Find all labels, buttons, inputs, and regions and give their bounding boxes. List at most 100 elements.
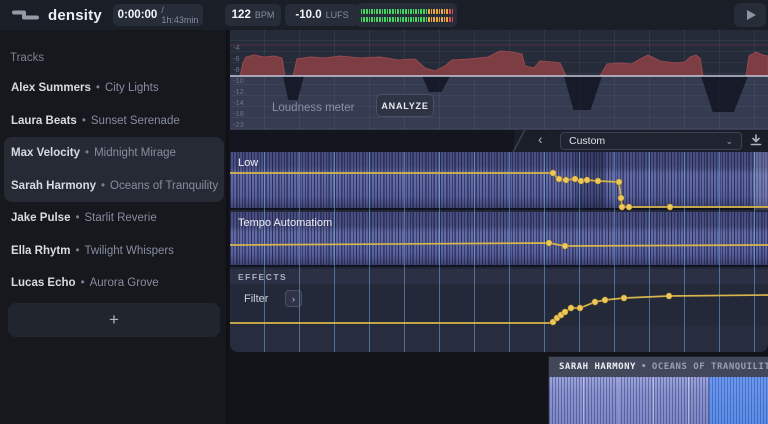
- meter-segment: [382, 9, 384, 14]
- meter-segment: [423, 9, 425, 14]
- axis-tick-label: -12: [233, 88, 244, 95]
- meter-segment: [371, 17, 373, 22]
- meter-segment: [402, 17, 404, 22]
- meter-segment: [392, 17, 394, 22]
- separator-dot: •: [101, 180, 105, 192]
- download-icon[interactable]: [749, 133, 763, 148]
- meter-segment: [400, 17, 402, 22]
- lufs-unit: LUFS: [326, 10, 349, 20]
- time-display: 0:00:00 / 1h:43min: [113, 4, 203, 26]
- automation-point[interactable]: [562, 309, 568, 315]
- loudness-shadow: [564, 76, 602, 110]
- track-artist: Max Velocity: [11, 147, 80, 159]
- track-song: Aurora Grove: [90, 277, 159, 289]
- automation-point[interactable]: [621, 295, 627, 301]
- automation-point[interactable]: [568, 305, 574, 311]
- back-chevron-icon[interactable]: ‹: [538, 131, 543, 147]
- meter-segment: [410, 9, 412, 14]
- track-song: Sunset Serenade: [91, 115, 180, 127]
- meter-segment: [395, 9, 397, 14]
- sidebar-track-item[interactable]: Lucas Echo•Aurora Grove: [4, 267, 224, 300]
- separator-dot: •: [75, 212, 79, 224]
- track-song: Starlit Reverie: [85, 212, 157, 224]
- meter-segment: [418, 17, 420, 22]
- sidebar-track-item[interactable]: Alex Summers•City Lights: [4, 72, 224, 105]
- automation-point[interactable]: [577, 305, 583, 311]
- automation-point[interactable]: [619, 204, 625, 210]
- meter-segment: [366, 17, 368, 22]
- loudness-panel: -4-6-8-10-12-14-18-23 Loudness meter ANA…: [230, 30, 768, 130]
- track-song: Midnight Mirage: [94, 147, 176, 159]
- automation-line-low[interactable]: [230, 173, 768, 207]
- meter-segment: [449, 9, 451, 14]
- track-artist: Sarah Harmony: [11, 180, 96, 192]
- automation-point[interactable]: [546, 240, 552, 246]
- meter-segment: [397, 9, 399, 14]
- automation-point[interactable]: [618, 195, 624, 201]
- play-icon: [747, 10, 756, 20]
- app-window: density 0:00:00 / 1h:43min 122 BPM -10.0…: [0, 0, 768, 424]
- time-value: 0:00:00: [118, 9, 158, 21]
- automation-point[interactable]: [667, 204, 673, 210]
- automation-point[interactable]: [556, 176, 562, 182]
- sidebar-track-item[interactable]: Max Velocity•Midnight Mirage: [4, 137, 224, 170]
- axis-tick-label: -6: [233, 55, 240, 62]
- sidebar-track-item[interactable]: Jake Pulse•Starlit Reverie: [4, 202, 224, 235]
- track-artist: Alex Summers: [11, 82, 91, 94]
- automation-line-filter[interactable]: [230, 295, 768, 323]
- meter-segment: [402, 9, 404, 14]
- meter-segment: [384, 9, 386, 14]
- sidebar-track-item[interactable]: Ella Rhytm•Twilight Whispers: [4, 235, 224, 268]
- axis-tick-label: -10: [233, 77, 244, 84]
- automation-overlay[interactable]: [230, 152, 768, 352]
- track-artist: Laura Beats: [11, 115, 77, 127]
- automation-point[interactable]: [550, 170, 556, 176]
- meter-segment: [433, 17, 435, 22]
- meter-segment: [420, 17, 422, 22]
- automation-point[interactable]: [592, 299, 598, 305]
- automation-point[interactable]: [572, 176, 578, 182]
- meter-segment: [439, 17, 441, 22]
- automation-point[interactable]: [584, 177, 590, 183]
- meter-segment: [410, 17, 412, 22]
- meter-segment: [395, 17, 397, 22]
- meter-segment: [405, 9, 407, 14]
- meter-segment: [408, 9, 410, 14]
- automation-point[interactable]: [616, 179, 622, 185]
- meter-segment: [389, 17, 391, 22]
- automation-point[interactable]: [578, 178, 584, 184]
- automation-line-tempo[interactable]: [230, 243, 768, 246]
- now-playing-separator: •: [641, 362, 647, 372]
- meter-segment: [361, 9, 363, 14]
- automation-point[interactable]: [666, 293, 672, 299]
- loudness-area: [230, 51, 768, 76]
- play-button[interactable]: [734, 3, 766, 27]
- add-track-button[interactable]: +: [8, 303, 220, 337]
- track-song: City Lights: [105, 82, 159, 94]
- sidebar-track-item[interactable]: Laura Beats • Sunset Serenade: [4, 105, 224, 138]
- automation-point[interactable]: [595, 178, 601, 184]
- topbar: density 0:00:00 / 1h:43min 122 BPM -10.0…: [0, 0, 768, 30]
- meter-segment: [428, 9, 430, 14]
- automation-point[interactable]: [626, 204, 632, 210]
- separator-dot: •: [82, 115, 86, 127]
- automation-point[interactable]: [563, 177, 569, 183]
- meter-segment: [376, 9, 378, 14]
- meter-segment: [446, 9, 448, 14]
- preset-dropdown-value: Custom: [569, 135, 725, 147]
- meter-segment: [441, 9, 443, 14]
- axis-tick-label: -23: [233, 121, 244, 128]
- bpm-display: 122 BPM: [225, 4, 281, 26]
- analyze-button[interactable]: ANALYZE: [376, 94, 434, 117]
- app-title: density: [48, 7, 102, 24]
- now-playing-header: SARAH HARMONY • OCEANS OF TRANQUILITY: [549, 357, 768, 377]
- meter-segment: [369, 9, 371, 14]
- meter-segment: [387, 9, 389, 14]
- now-playing-waveform-bright: [709, 377, 768, 424]
- automation-point[interactable]: [602, 297, 608, 303]
- sidebar-track-item[interactable]: Sarah Harmony•Oceans of Tranquility: [4, 170, 224, 203]
- loudness-shadow: [283, 76, 304, 100]
- bpm-unit: BPM: [255, 10, 275, 20]
- automation-point[interactable]: [562, 243, 568, 249]
- preset-dropdown[interactable]: Custom ⌄: [560, 132, 742, 150]
